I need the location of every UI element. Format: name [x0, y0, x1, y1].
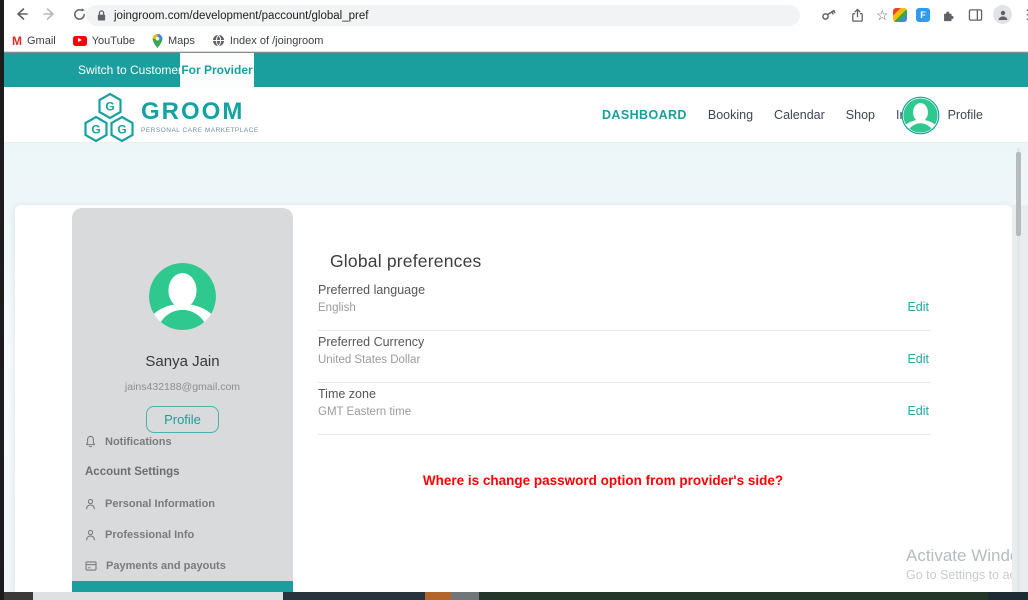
preferences-list: Preferred language English Edit Preferre… [318, 279, 931, 435]
bookmarks-bar: M Gmail YouTube Maps Index of /joingroom [0, 30, 1028, 52]
preference-value: GMT Eastern time [318, 406, 411, 418]
header-avatar[interactable] [901, 96, 940, 135]
preference-label: Preferred Currency [318, 335, 424, 349]
bookmark-star-icon[interactable]: ☆ [876, 8, 889, 22]
window-left-edge [0, 0, 4, 600]
page-title: Global preferences [330, 251, 481, 272]
user-email: jains432188@gmail.com [125, 381, 240, 393]
browser-profile-avatar[interactable] [993, 5, 1012, 24]
preference-label: Preferred language [318, 283, 425, 297]
sidebar-avatar [149, 263, 216, 330]
right-gutter [1012, 205, 1028, 592]
svg-text:G: G [105, 100, 114, 114]
bookmark-youtube[interactable]: YouTube [73, 35, 135, 47]
nav-dashboard[interactable]: DASHBOARD [602, 108, 687, 122]
reviewer-annotation: Where is change password option from pro… [293, 473, 913, 488]
sidebar-item-payments-and-payouts[interactable]: Payments and payouts [72, 550, 293, 581]
bell-icon [85, 435, 96, 448]
nav-calendar[interactable]: Calendar [774, 108, 825, 122]
maps-pin-icon [152, 34, 163, 48]
edit-language-link[interactable]: Edit [907, 300, 929, 314]
nav-profile[interactable]: Profile [948, 108, 983, 122]
lock-icon [96, 9, 107, 22]
preference-value: English [318, 302, 356, 314]
person-icon [85, 498, 96, 510]
extension-blue-icon[interactable]: F [916, 8, 930, 22]
forward-icon[interactable] [41, 5, 59, 23]
extension-colorful-icon[interactable] [893, 8, 907, 22]
preference-label: Time zone [318, 387, 376, 401]
address-bar[interactable]: joingroom.com/development/paccount/globa… [86, 5, 800, 26]
url-text: joingroom.com/development/paccount/globa… [114, 10, 368, 22]
bookmark-maps[interactable]: Maps [152, 34, 195, 48]
nav-shop[interactable]: Shop [846, 108, 875, 122]
edit-timezone-link[interactable]: Edit [907, 404, 929, 418]
youtube-icon [73, 36, 87, 46]
side-panel-icon[interactable] [966, 6, 984, 24]
bookmark-gmail[interactable]: M Gmail [12, 34, 56, 48]
sidebar-item-personal-information[interactable]: Personal Information [72, 488, 293, 519]
back-icon[interactable] [12, 5, 30, 23]
activate-windows-watermark: Activate Windows Go to Settings to activ… [906, 546, 1012, 582]
person-icon [85, 529, 96, 541]
taskbar-edge [0, 592, 1028, 600]
sidebar-item-notifications[interactable]: Notifications [72, 426, 293, 457]
bookmark-index[interactable]: Index of /joingroom [212, 34, 324, 47]
browser-toolbar: joingroom.com/development/paccount/globa… [0, 0, 1028, 30]
site-header: G G G GROOM PERSONAL CARE MARKETPLACE DA… [0, 87, 1028, 143]
user-name: Sanya Jain [145, 353, 219, 370]
gmail-icon: M [12, 34, 22, 48]
browser-menu-icon[interactable]: ⋮ [1021, 8, 1028, 21]
svg-text:G: G [117, 123, 126, 137]
scrollbar-thumb[interactable] [1016, 152, 1021, 236]
brand-tagline: PERSONAL CARE MARKETPLACE [141, 127, 259, 134]
preference-row-language: Preferred language English Edit [318, 279, 931, 331]
preference-value: United States Dollar [318, 354, 420, 366]
extensions-puzzle-icon[interactable] [939, 6, 957, 24]
preference-row-currency: Preferred Currency United States Dollar … [318, 331, 931, 383]
preference-row-timezone: Time zone GMT Eastern time Edit [318, 383, 931, 435]
globe-icon [212, 34, 225, 47]
sidebar-item-professional-info[interactable]: Professional Info [72, 519, 293, 550]
nav-booking[interactable]: Booking [708, 108, 753, 122]
card-icon [85, 561, 97, 571]
account-sidebar: Sanya Jain jains432188@gmail.com Profile… [72, 208, 293, 600]
sidebar-section-account-settings: Account Settings [72, 457, 293, 488]
groom-logo[interactable]: G G G GROOM PERSONAL CARE MARKETPLACE [84, 92, 259, 144]
password-key-icon[interactable] [820, 6, 838, 24]
edit-currency-link[interactable]: Edit [907, 352, 929, 366]
svg-text:G: G [91, 123, 100, 137]
switch-to-customer-tab[interactable]: Switch to Customer [78, 53, 182, 88]
role-switch-bar: Switch to Customer For Provider [0, 52, 1028, 87]
groom-hexagon-mark: G G G [84, 92, 134, 144]
for-provider-tab[interactable]: For Provider [180, 53, 254, 88]
share-icon[interactable] [848, 6, 866, 24]
sidebar-menu: Notifications Account Settings Personal … [72, 426, 293, 600]
brand-name: GROOM [141, 100, 259, 124]
